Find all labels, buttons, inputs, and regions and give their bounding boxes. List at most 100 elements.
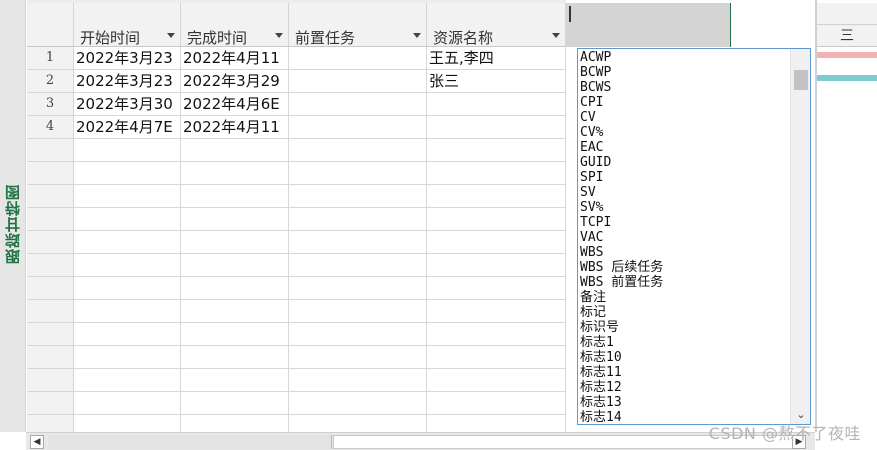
row-number[interactable]: 1: [27, 47, 74, 70]
cell-finish[interactable]: 2022年4月6E: [181, 93, 289, 116]
cell-resources[interactable]: [427, 116, 566, 139]
column-header-start[interactable]: 开始时间: [74, 3, 181, 47]
field-option[interactable]: 标记: [580, 305, 790, 320]
select-all-corner[interactable]: [27, 3, 74, 47]
cell-resources[interactable]: [427, 254, 566, 277]
cell-start[interactable]: [74, 392, 181, 415]
cell-resources[interactable]: [427, 277, 566, 300]
cell-finish[interactable]: [181, 231, 289, 254]
cell-resources[interactable]: [427, 346, 566, 369]
cell-start[interactable]: 2022年4月7E: [74, 116, 181, 139]
field-option[interactable]: SV%: [580, 200, 790, 215]
cell-predecessors[interactable]: [289, 116, 427, 139]
cell-predecessors[interactable]: [289, 208, 427, 231]
row-number[interactable]: 4: [27, 116, 74, 139]
field-option[interactable]: SV: [580, 185, 790, 200]
cell-resources[interactable]: [427, 300, 566, 323]
field-option[interactable]: VAC: [580, 230, 790, 245]
gantt-bar-task-1[interactable]: [817, 52, 877, 58]
field-option[interactable]: CV: [580, 110, 790, 125]
field-option[interactable]: 备注: [580, 290, 790, 305]
cell-predecessors[interactable]: [289, 392, 427, 415]
cell-resources[interactable]: [427, 392, 566, 415]
cell-start[interactable]: [74, 162, 181, 185]
column-header-resources[interactable]: 资源名称: [427, 3, 566, 47]
field-name-dropdown-list[interactable]: ACWP BCWP BCWS CPI CV CV% EAC GUID SPI SV SV% TCPI V…: [577, 48, 811, 425]
cell-resources[interactable]: 张三: [427, 70, 566, 93]
cell-start[interactable]: [74, 254, 181, 277]
field-option[interactable]: BCWS: [580, 80, 790, 95]
cell-finish[interactable]: [181, 277, 289, 300]
cell-finish[interactable]: [181, 254, 289, 277]
filter-dropdown-icon[interactable]: [275, 33, 283, 38]
cell-resources[interactable]: [427, 185, 566, 208]
cell-predecessors[interactable]: [289, 323, 427, 346]
cell-finish[interactable]: [181, 139, 289, 162]
field-option[interactable]: EAC: [580, 140, 790, 155]
filter-dropdown-icon[interactable]: [167, 33, 175, 38]
cell-start[interactable]: 2022年3月23: [74, 47, 181, 70]
cell-resources[interactable]: [427, 162, 566, 185]
cell-start[interactable]: [74, 277, 181, 300]
cell-finish[interactable]: [181, 185, 289, 208]
cell-finish[interactable]: 2022年4月11: [181, 47, 289, 70]
field-option[interactable]: 标志1: [580, 335, 790, 350]
cell-finish[interactable]: [181, 323, 289, 346]
cell-resources[interactable]: [427, 231, 566, 254]
column-header-finish[interactable]: 完成时间: [181, 3, 289, 47]
list-vertical-scrollbar[interactable]: ⌄: [790, 49, 810, 424]
field-option[interactable]: WBS 后续任务: [580, 260, 790, 275]
cell-finish[interactable]: [181, 208, 289, 231]
cell-finish[interactable]: [181, 346, 289, 369]
cell-resources[interactable]: 王五,李四: [427, 47, 566, 70]
cell-start[interactable]: 2022年3月30: [74, 93, 181, 116]
field-option[interactable]: WBS: [580, 245, 790, 260]
row-number[interactable]: 3: [27, 93, 74, 116]
column-header-predecessors[interactable]: 前置任务: [289, 3, 427, 47]
field-option[interactable]: TCPI: [580, 215, 790, 230]
field-option[interactable]: 标志10: [580, 350, 790, 365]
field-option[interactable]: 标志13: [580, 395, 790, 410]
cell-predecessors[interactable]: [289, 162, 427, 185]
cell-start[interactable]: 2022年3月23: [74, 70, 181, 93]
row-number[interactable]: [27, 185, 74, 208]
cell-predecessors[interactable]: [289, 231, 427, 254]
cell-finish[interactable]: 2022年3月29: [181, 70, 289, 93]
list-scroll-thumb[interactable]: [794, 70, 808, 90]
new-column-header[interactable]: [566, 3, 730, 47]
filter-dropdown-icon[interactable]: [552, 33, 560, 38]
horizontal-scroll-thumb[interactable]: [48, 435, 332, 449]
row-number[interactable]: [27, 392, 74, 415]
cell-resources[interactable]: [427, 323, 566, 346]
cell-predecessors[interactable]: [289, 277, 427, 300]
cell-finish[interactable]: [181, 392, 289, 415]
cell-predecessors[interactable]: [289, 93, 427, 116]
cell-start[interactable]: [74, 231, 181, 254]
field-option[interactable]: 标志12: [580, 380, 790, 395]
field-option[interactable]: SPI: [580, 170, 790, 185]
field-option[interactable]: WBS 前置任务: [580, 275, 790, 290]
cell-predecessors[interactable]: [289, 70, 427, 93]
horizontal-scrollbar[interactable]: ◀ ▶: [26, 432, 815, 450]
gantt-bar-task-2[interactable]: [817, 75, 877, 81]
cell-finish[interactable]: [181, 162, 289, 185]
cell-predecessors[interactable]: [289, 139, 427, 162]
scroll-left-icon[interactable]: ◀: [30, 435, 44, 449]
cell-predecessors[interactable]: [289, 369, 427, 392]
cell-predecessors[interactable]: [289, 346, 427, 369]
cell-predecessors[interactable]: [289, 185, 427, 208]
field-option[interactable]: 标识号: [580, 320, 790, 335]
row-number[interactable]: [27, 231, 74, 254]
cell-start[interactable]: [74, 346, 181, 369]
row-number[interactable]: [27, 277, 74, 300]
row-number[interactable]: [27, 162, 74, 185]
cell-start[interactable]: [74, 208, 181, 231]
cell-start[interactable]: [74, 185, 181, 208]
cell-finish[interactable]: 2022年4月11: [181, 116, 289, 139]
field-option[interactable]: 标志11: [580, 365, 790, 380]
row-number[interactable]: 2: [27, 70, 74, 93]
cell-start[interactable]: [74, 300, 181, 323]
cell-resources[interactable]: [427, 93, 566, 116]
cell-finish[interactable]: [181, 300, 289, 323]
cell-resources[interactable]: [427, 369, 566, 392]
